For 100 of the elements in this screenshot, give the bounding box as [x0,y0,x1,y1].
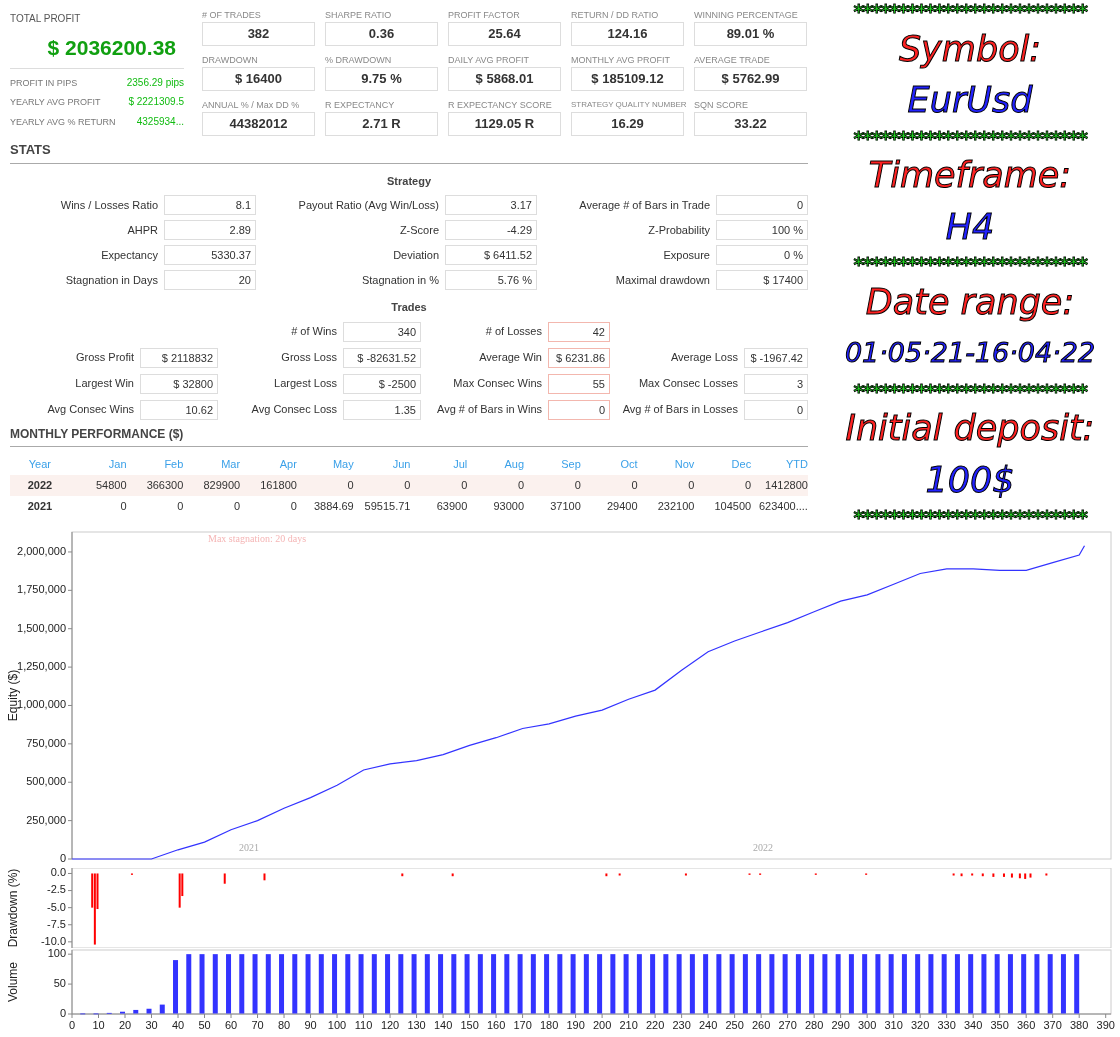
x-tick-label: 230 [672,1019,691,1031]
info-label: Date range: [865,280,1075,323]
value-field: 3 [744,373,808,394]
metric-label: ANNUAL % / Max DD % [202,99,301,112]
info-value: 01·05·21-16·04·22 [844,336,1096,370]
stat-label: Gross Loss [281,350,337,366]
metric-value: 0.36 [325,22,438,46]
column-header: May [331,456,354,472]
table-cell-text: 0 [460,478,468,494]
column-header: Jun [391,456,411,472]
y-tick-label: -2.5 [47,883,66,896]
x-tick-label: 100 [327,1019,347,1031]
info-label: Symbol: [898,27,1042,70]
value-field: 5.76 % [445,270,537,290]
column-header: Year [27,456,52,472]
metric-value: $ 185109.12 [571,67,684,91]
x-tick-label: 340 [964,1019,983,1031]
metric-value: 89.01 % [694,22,807,46]
stat-label: Z-Score [399,222,439,238]
metric-value: 44382012 [202,112,315,136]
value-field: $ 2118832 [140,347,218,368]
value-field: 20 [164,270,256,290]
summary-value: $ 2221309.5 [128,95,184,109]
metric-label: % DRAWDOWN [325,54,393,67]
value-field: 55 [548,373,610,394]
table-cell-text: 623400.... [758,499,808,515]
value-field: 2.89 [164,220,256,240]
table-cell-text: 29400 [606,499,638,515]
metric-value: 1129.05 R [448,112,561,136]
table-cell-text: 0 [630,478,638,494]
x-tick-label: 290 [831,1019,850,1031]
value-field: $ -2500 [343,373,421,394]
metric-label: AVERAGE TRADE [694,54,771,67]
table-cell-text: 0 [233,499,241,515]
table-cell-text: 3884.69 [312,499,354,515]
x-tick-label: 280 [804,1019,824,1031]
value-field: 1.35 [343,399,421,420]
value-field: 5330.37 [164,245,256,265]
table-cell-text: 2022 [26,478,54,494]
metric-value: $ 5762.99 [694,67,807,91]
table-cell-text: 0 [119,499,127,515]
metric-label: DAILY AVG PROFIT [448,54,531,67]
info-value: 100$ [925,458,1015,501]
asterisk-divider: ************************** [853,130,1087,145]
y-tick-label: 250,000 [26,813,66,826]
summary-label: PROFIT IN PIPS [10,76,78,90]
column-header: Dec [730,456,752,472]
subsection-heading: Strategy [386,173,432,189]
metric-label: RETURN / DD RATIO [571,9,660,22]
stat-label: Maximal drawdown [615,272,710,288]
total-profit-label: TOTAL PROFIT [10,12,82,26]
metric-value: 2.71 R [325,112,438,136]
value-field: $ 6411.52 [445,245,537,265]
summary-value: 4325934... [136,114,184,129]
metric-value: 382 [202,22,315,46]
table-cell-text: 0 [289,499,297,515]
y-tick-label: 0 [59,851,66,864]
x-tick-label: 270 [778,1019,797,1031]
x-tick-label: 360 [1017,1019,1036,1031]
x-tick-label: 380 [1070,1019,1089,1031]
x-tick-label: 170 [513,1019,532,1031]
y-tick-label: 750,000 [26,736,66,749]
metric-label: DRAWDOWN [202,54,259,67]
table-cell-text: 366300 [145,478,184,494]
x-tick-label: 150 [460,1019,479,1031]
summary-label: YEARLY AVG PROFIT [10,96,101,109]
metric-label: R EXPECTANCY [325,99,396,112]
value-field: 0 [744,399,808,420]
info-value: EurUsd [907,79,1033,121]
table-cell-text: 0 [573,478,581,494]
chart-annotation: 2021 [239,842,259,853]
summary-label: YEARLY AVG % RETURN [10,115,116,129]
metric-value: $ 16400 [202,67,315,91]
table-cell-text: 54800 [94,478,127,494]
value-field: -4.29 [445,220,537,240]
section-heading: MONTHLY PERFORMANCE ($) [10,425,808,447]
stat-label: Largest Loss [274,376,337,392]
value-field: 10.62 [140,399,218,420]
metric-value: 9.75 % [325,67,438,91]
stat-label: Largest Win [75,376,134,392]
table-cell-text: 37100 [549,499,581,515]
stat-label: Exposure [663,247,710,263]
x-tick-label: 200 [592,1019,612,1031]
subsection-heading: Trades [390,300,428,315]
metric-label: SHARPE RATIO [325,9,393,22]
stat-label: # of Losses [485,324,542,340]
value-field: $ -1967.42 [744,347,808,368]
metric-value: 124.16 [571,22,684,46]
x-tick-label: 160 [486,1019,506,1031]
x-tick-label: 140 [433,1019,453,1031]
stat-label: Average Win [479,350,542,366]
x-tick-label: 120 [380,1019,400,1031]
table-cell-text: 1412800 [764,478,808,494]
x-tick-label: 90 [304,1019,317,1031]
value-field: 0 % [716,245,808,265]
value-field: $ 32800 [140,373,218,394]
asterisk-divider: ************************** [853,257,1087,271]
value-field: 8.1 [164,195,256,215]
y-tick-label: 2,000,000 [17,544,66,557]
y-tick-label: 50 [53,977,66,989]
